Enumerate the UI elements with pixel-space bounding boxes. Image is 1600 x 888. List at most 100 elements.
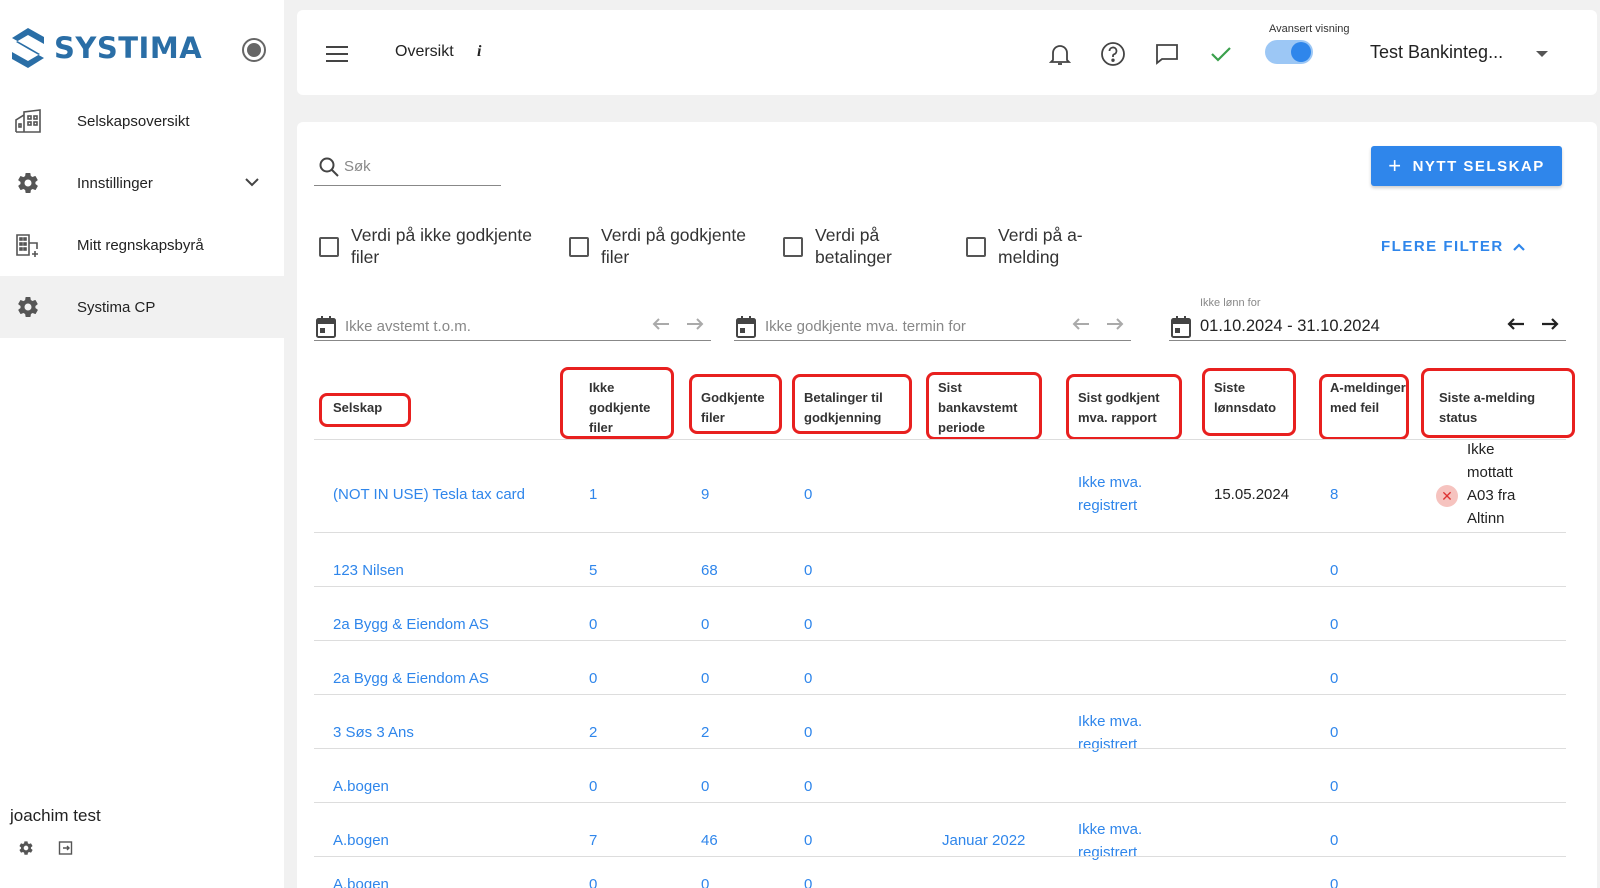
godkjente-link[interactable]: 68 — [701, 559, 718, 582]
betalinger-link[interactable]: 0 — [804, 721, 812, 744]
a-feil-link[interactable]: 0 — [1330, 613, 1338, 636]
sidebar-item-systima-cp[interactable]: Systima CP — [0, 276, 284, 338]
check-icon[interactable] — [1207, 40, 1235, 68]
column-header-mva[interactable]: Sist godkjent mva. rapport — [1078, 388, 1178, 428]
godkjente-link[interactable]: 0 — [701, 873, 709, 888]
column-header-bankavstemt[interactable]: Sist bankavstemt periode — [938, 378, 1038, 438]
ikke-godkjente-link[interactable]: 7 — [589, 829, 597, 852]
menu-icon[interactable] — [326, 46, 348, 67]
company-selector[interactable]: Test Bankinteg... — [1370, 42, 1503, 63]
a-feil-link[interactable]: 0 — [1330, 667, 1338, 690]
sidebar-item-selskapsoversikt[interactable]: Selskapsoversikt — [0, 90, 284, 152]
sidebar-item-innstillinger[interactable]: Innstillinger — [0, 152, 284, 214]
sidebar-item-mitt-regnskapsbyra[interactable]: Mitt regnskapsbyrå — [0, 214, 284, 276]
ikke-godkjente-link[interactable]: 0 — [589, 667, 597, 690]
systima-logo[interactable]: SYSTIMA — [10, 26, 202, 70]
betalinger-link[interactable]: 0 — [804, 559, 812, 582]
column-header-selskap[interactable]: Selskap — [333, 398, 382, 418]
gear-icon — [14, 169, 42, 197]
betalinger-link[interactable]: 0 — [804, 775, 812, 798]
help-icon[interactable] — [1099, 40, 1127, 68]
godkjente-link[interactable]: 2 — [701, 721, 709, 744]
date-field-ikke-godkjente-mva[interactable]: Ikke godkjente mva. termin for — [734, 300, 1131, 341]
a-feil-link[interactable]: 8 — [1330, 483, 1338, 506]
mva-link[interactable]: Ikke mva. registrert — [1078, 710, 1158, 756]
ikke-godkjente-link[interactable]: 0 — [589, 775, 597, 798]
checkbox[interactable] — [966, 237, 986, 257]
bankavstemt-link[interactable]: Januar 2022 — [942, 829, 1025, 852]
column-header-a-status[interactable]: Siste a-melding status — [1439, 388, 1559, 428]
company-link[interactable]: A.bogen — [333, 775, 389, 798]
column-header-ikke-godkjente[interactable]: Ikke godkjente filer — [589, 378, 669, 438]
ikke-godkjente-link[interactable]: 2 — [589, 721, 597, 744]
bell-icon[interactable] — [1046, 40, 1074, 68]
company-link[interactable]: A.bogen — [333, 873, 389, 888]
column-header-godkjente[interactable]: Godkjente filer — [701, 388, 781, 428]
date-field-ikke-lonn[interactable]: Ikke lønn for 01.10.2024 - 31.10.2024 — [1169, 297, 1566, 341]
sidebar-item-label: Mitt regnskapsbyrå — [77, 236, 204, 254]
a-feil-link[interactable]: 0 — [1330, 721, 1338, 744]
filter-checkbox-betalinger[interactable]: Verdi på betalinger — [783, 224, 915, 268]
search-input[interactable]: Søk — [314, 154, 501, 186]
company-link[interactable]: A.bogen — [333, 829, 389, 852]
advanced-view-toggle[interactable] — [1265, 40, 1313, 64]
checkbox[interactable] — [319, 237, 339, 257]
caret-down-icon[interactable] — [1536, 51, 1548, 57]
column-header-a-feil[interactable]: A-meldinger med feil — [1330, 378, 1408, 418]
info-icon[interactable]: i — [477, 43, 481, 61]
a-feil-link[interactable]: 0 — [1330, 829, 1338, 852]
godkjente-link[interactable]: 0 — [701, 667, 709, 690]
company-link[interactable]: 3 Søs 3 Ans — [333, 721, 414, 744]
company-link[interactable]: 2a Bygg & Eiendom AS — [333, 613, 489, 636]
mva-link[interactable]: Ikke mva. registrert — [1078, 818, 1158, 864]
a-feil-link[interactable]: 0 — [1330, 559, 1338, 582]
more-filters-button[interactable]: FLERE FILTER — [1381, 238, 1526, 255]
betalinger-link[interactable]: 0 — [804, 483, 812, 506]
betalinger-link[interactable]: 0 — [804, 873, 812, 888]
arrow-left-icon[interactable] — [1506, 317, 1526, 331]
sidebar-item-label: Systima CP — [77, 298, 156, 316]
a-feil-link[interactable]: 0 — [1330, 775, 1338, 798]
arrow-left-icon[interactable] — [651, 317, 671, 331]
logo-text: SYSTIMA — [54, 31, 203, 65]
arrow-right-icon[interactable] — [1105, 317, 1125, 331]
checkbox[interactable] — [569, 237, 589, 257]
arrow-right-icon[interactable] — [685, 317, 705, 331]
company-link[interactable]: (NOT IN USE) Tesla tax card — [333, 483, 525, 506]
filter-checkbox-godkjente[interactable]: Verdi på godkjente filer — [569, 224, 761, 268]
filter-checkbox-a-melding[interactable]: Verdi på a-melding — [966, 224, 1093, 268]
godkjente-link[interactable]: 46 — [701, 829, 718, 852]
a-feil-link[interactable]: 0 — [1330, 873, 1338, 888]
ikke-godkjente-link[interactable]: 0 — [589, 873, 597, 888]
arrow-right-icon[interactable] — [1540, 317, 1560, 331]
betalinger-link[interactable]: 0 — [804, 667, 812, 690]
record-icon[interactable] — [242, 38, 266, 62]
godkjente-link[interactable]: 0 — [701, 613, 709, 636]
date-field-ikke-avstemt[interactable]: Ikke avstemt t.o.m. — [314, 300, 711, 341]
logout-icon[interactable] — [58, 840, 74, 861]
arrow-left-icon[interactable] — [1071, 317, 1091, 331]
checkbox[interactable] — [783, 237, 803, 257]
column-header-lonnsdato[interactable]: Siste lønnsdato — [1214, 378, 1294, 418]
lonnsdato-value: 15.05.2024 — [1214, 486, 1290, 503]
column-header-betalinger[interactable]: Betalinger til godkjenning — [804, 388, 904, 428]
chevron-up-icon — [1512, 242, 1525, 251]
mva-link[interactable]: Ikke mva. registrert — [1078, 471, 1158, 517]
company-link[interactable]: 123 Nilsen — [333, 559, 404, 582]
chat-icon[interactable] — [1153, 40, 1181, 68]
betalinger-link[interactable]: 0 — [804, 829, 812, 852]
filter-checkbox-ikke-godkjente[interactable]: Verdi på ikke godkjente filer — [319, 224, 546, 268]
ikke-godkjente-link[interactable]: 5 — [589, 559, 597, 582]
godkjente-link[interactable]: 0 — [701, 775, 709, 798]
ikke-godkjente-link[interactable]: 0 — [589, 613, 597, 636]
user-settings-icon[interactable] — [18, 840, 34, 861]
godkjente-link[interactable]: 9 — [701, 483, 709, 506]
new-company-button[interactable]: + NYTT SELSKAP — [1371, 146, 1562, 186]
date-field-label: Ikke lønn for — [1200, 297, 1261, 309]
company-link[interactable]: 2a Bygg & Eiendom AS — [333, 667, 489, 690]
ikke-godkjente-link[interactable]: 1 — [589, 483, 597, 506]
betalinger-link[interactable]: 0 — [804, 613, 812, 636]
chevron-down-icon[interactable] — [244, 174, 260, 192]
systima-logo-icon — [12, 28, 44, 68]
date-value: 01.10.2024 - 31.10.2024 — [1200, 317, 1380, 335]
